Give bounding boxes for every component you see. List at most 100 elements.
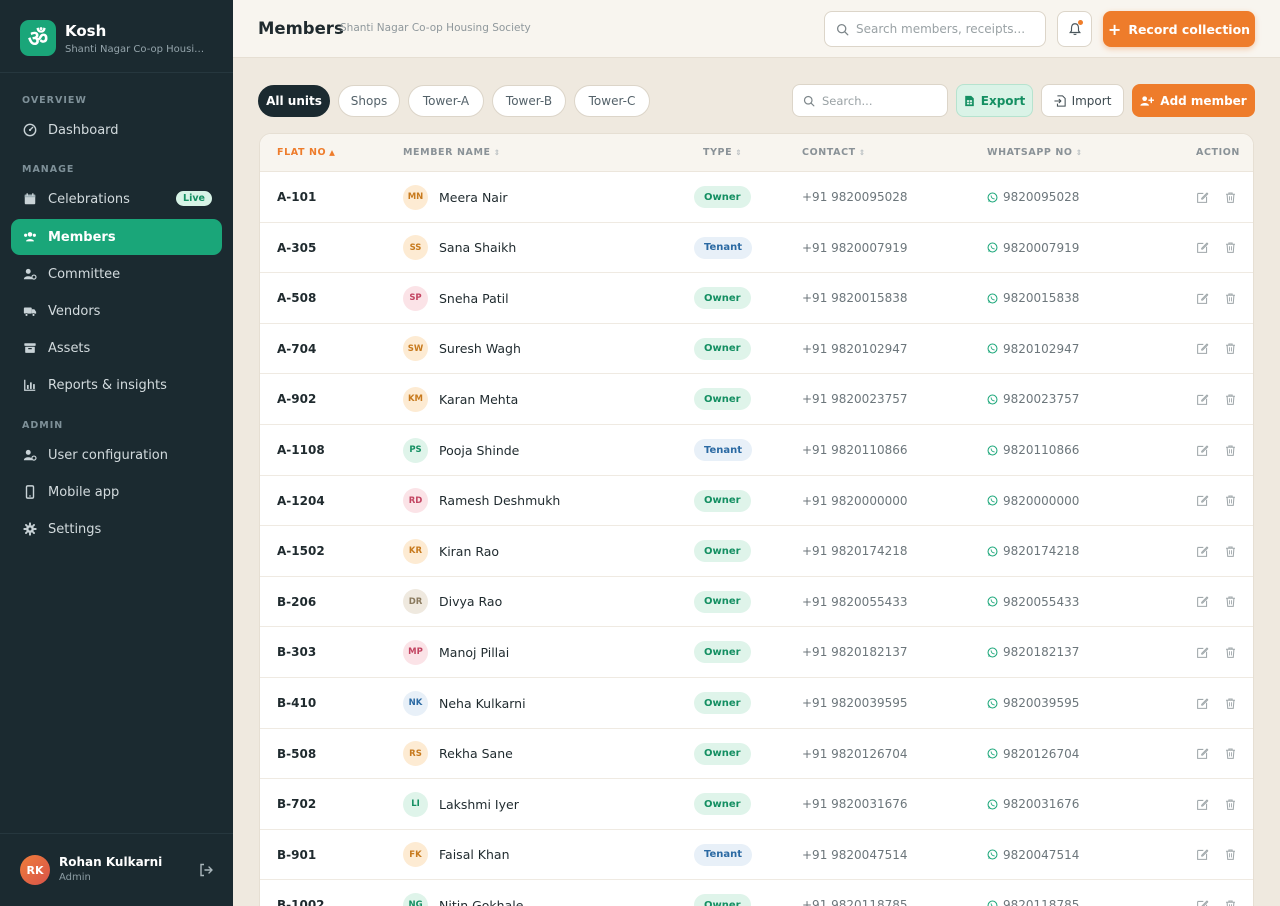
table-search[interactable]	[792, 84, 948, 117]
member-cell: RD Ramesh Deshmukh	[403, 476, 560, 526]
edit-icon[interactable]	[1196, 830, 1209, 880]
edit-icon[interactable]	[1196, 678, 1209, 728]
member-name[interactable]: Meera Nair	[439, 190, 508, 205]
sidebar-item-celebrations[interactable]: Celebrations Live	[11, 181, 222, 217]
edit-icon[interactable]	[1196, 425, 1209, 475]
import-button[interactable]: Import	[1041, 84, 1124, 117]
member-name[interactable]: Pooja Shinde	[439, 443, 519, 458]
table-row[interactable]: B-702 LI Lakshmi Iyer Owner +91 9820031676 98…	[260, 779, 1253, 830]
trash-icon[interactable]	[1224, 425, 1237, 475]
member-name[interactable]: Manoj Pillai	[439, 645, 509, 660]
record-collection-button[interactable]: + Record collection	[1103, 11, 1255, 47]
member-name[interactable]: Nitin Gokhale	[439, 898, 523, 906]
trash-icon[interactable]	[1224, 223, 1237, 273]
global-search[interactable]	[824, 11, 1046, 47]
table-search-input[interactable]	[822, 93, 942, 108]
sort-icon: ⇕	[735, 148, 743, 157]
edit-icon[interactable]	[1196, 627, 1209, 677]
member-name[interactable]: Lakshmi Iyer	[439, 797, 519, 812]
member-name[interactable]: Karan Mehta	[439, 392, 518, 407]
table-row[interactable]: A-704 SW Suresh Wagh Owner +91 9820102947 982…	[260, 324, 1253, 375]
column-header-type[interactable]: TYPE ⇕	[703, 147, 742, 158]
sidebar-item-user-configuration[interactable]: User configuration	[11, 437, 222, 473]
column-header-flat-no[interactable]: FLAT NO ▲	[277, 147, 336, 158]
edit-icon[interactable]	[1196, 880, 1209, 906]
column-header-member-name[interactable]: MEMBER NAME ⇕	[403, 147, 501, 158]
trash-icon[interactable]	[1224, 779, 1237, 829]
table-row[interactable]: A-902 KM Karan Mehta Owner +91 9820023757 982…	[260, 374, 1253, 425]
flat-no: A-902	[277, 392, 317, 407]
sidebar-item-settings[interactable]: Settings	[11, 511, 222, 547]
trash-icon[interactable]	[1224, 273, 1237, 323]
member-name[interactable]: Neha Kulkarni	[439, 696, 526, 711]
sidebar-item-mobile-app[interactable]: Mobile app	[11, 474, 222, 510]
trash-icon[interactable]	[1224, 374, 1237, 424]
table-row[interactable]: A-1502 KR Kiran Rao Owner +91 9820174218 9820…	[260, 526, 1253, 577]
sidebar-item-reports[interactable]: Reports & insights	[11, 367, 222, 403]
table-row[interactable]: B-901 FK Faisal Khan Tenant +91 9820047514 98…	[260, 830, 1253, 881]
table-row[interactable]: B-508 RS Rekha Sane Owner +91 9820126704 9820…	[260, 729, 1253, 780]
file-spreadsheet-icon	[964, 95, 975, 107]
add-member-button[interactable]: Add member	[1132, 84, 1255, 117]
filter-chip-tower-c[interactable]: Tower-C	[574, 85, 650, 117]
member-name[interactable]: Sana Shaikh	[439, 240, 516, 255]
trash-icon[interactable]	[1224, 678, 1237, 728]
trash-icon[interactable]	[1224, 880, 1237, 906]
mobile-icon	[23, 485, 37, 499]
edit-icon[interactable]	[1196, 324, 1209, 374]
notifications-button[interactable]	[1057, 11, 1092, 47]
table-row[interactable]: A-1204 RD Ramesh Deshmukh Owner +91 98200000…	[260, 476, 1253, 527]
column-header-contact[interactable]: CONTACT ⇕	[802, 147, 866, 158]
table-row[interactable]: B-1002 NG Nitin Gokhale Owner +91 9820118785…	[260, 880, 1253, 906]
edit-icon[interactable]	[1196, 374, 1209, 424]
trash-icon[interactable]	[1224, 577, 1237, 627]
edit-icon[interactable]	[1196, 223, 1209, 273]
sidebar-item-assets[interactable]: Assets	[11, 330, 222, 366]
table-row[interactable]: B-206 DR Divya Rao Owner +91 9820055433 98200…	[260, 577, 1253, 628]
trash-icon[interactable]	[1224, 476, 1237, 526]
table-row[interactable]: A-508 SP Sneha Patil Owner +91 9820015838 982…	[260, 273, 1253, 324]
trash-icon[interactable]	[1224, 830, 1237, 880]
edit-icon[interactable]	[1196, 729, 1209, 779]
brand[interactable]: ॐ Kosh Shanti Nagar Co-op Housing Societ…	[20, 20, 210, 56]
sidebar-item-vendors[interactable]: Vendors	[11, 293, 222, 329]
table-row[interactable]: B-410 NK Neha Kulkarni Owner +91 9820039595 9…	[260, 678, 1253, 729]
edit-icon[interactable]	[1196, 779, 1209, 829]
filter-chip-tower-a[interactable]: Tower-A	[408, 85, 484, 117]
trash-icon[interactable]	[1224, 172, 1237, 222]
member-name[interactable]: Divya Rao	[439, 594, 502, 609]
member-name[interactable]: Sneha Patil	[439, 291, 509, 306]
column-header-whatsapp-no[interactable]: WHATSAPP NO ⇕	[987, 147, 1082, 158]
trash-icon[interactable]	[1224, 526, 1237, 576]
filter-chip-shops[interactable]: Shops	[338, 85, 400, 117]
sidebar-item-dashboard[interactable]: Dashboard	[11, 112, 222, 148]
edit-icon[interactable]	[1196, 476, 1209, 526]
whatsapp-icon	[987, 343, 998, 354]
contact: +91 9820102947	[802, 341, 908, 356]
avatar[interactable]: RK	[20, 855, 50, 885]
sidebar-item-committee[interactable]: Committee	[11, 256, 222, 292]
member-name[interactable]: Kiran Rao	[439, 544, 499, 559]
member-name[interactable]: Faisal Khan	[439, 847, 510, 862]
sidebar-item-members[interactable]: Members	[11, 219, 222, 255]
filter-chip-all-units[interactable]: All units	[258, 85, 330, 117]
edit-icon[interactable]	[1196, 172, 1209, 222]
file-import-icon	[1053, 94, 1066, 107]
logout-icon[interactable]	[198, 862, 214, 878]
filter-chip-tower-b[interactable]: Tower-B	[492, 85, 566, 117]
export-button[interactable]: Export	[956, 84, 1033, 117]
trash-icon[interactable]	[1224, 729, 1237, 779]
edit-icon[interactable]	[1196, 273, 1209, 323]
edit-icon[interactable]	[1196, 526, 1209, 576]
global-search-input[interactable]	[856, 22, 1036, 36]
table-row[interactable]: A-101 MN Meera Nair Owner +91 9820095028 9820…	[260, 172, 1253, 223]
member-name[interactable]: Suresh Wagh	[439, 341, 521, 356]
member-name[interactable]: Rekha Sane	[439, 746, 513, 761]
table-row[interactable]: A-1108 PS Pooja Shinde Tenant +91 9820110866…	[260, 425, 1253, 476]
edit-icon[interactable]	[1196, 577, 1209, 627]
trash-icon[interactable]	[1224, 627, 1237, 677]
table-row[interactable]: B-303 MP Manoj Pillai Owner +91 9820182137 98…	[260, 627, 1253, 678]
table-row[interactable]: A-305 SS Sana Shaikh Tenant +91 9820007919 98…	[260, 223, 1253, 274]
trash-icon[interactable]	[1224, 324, 1237, 374]
member-name[interactable]: Ramesh Deshmukh	[439, 493, 560, 508]
